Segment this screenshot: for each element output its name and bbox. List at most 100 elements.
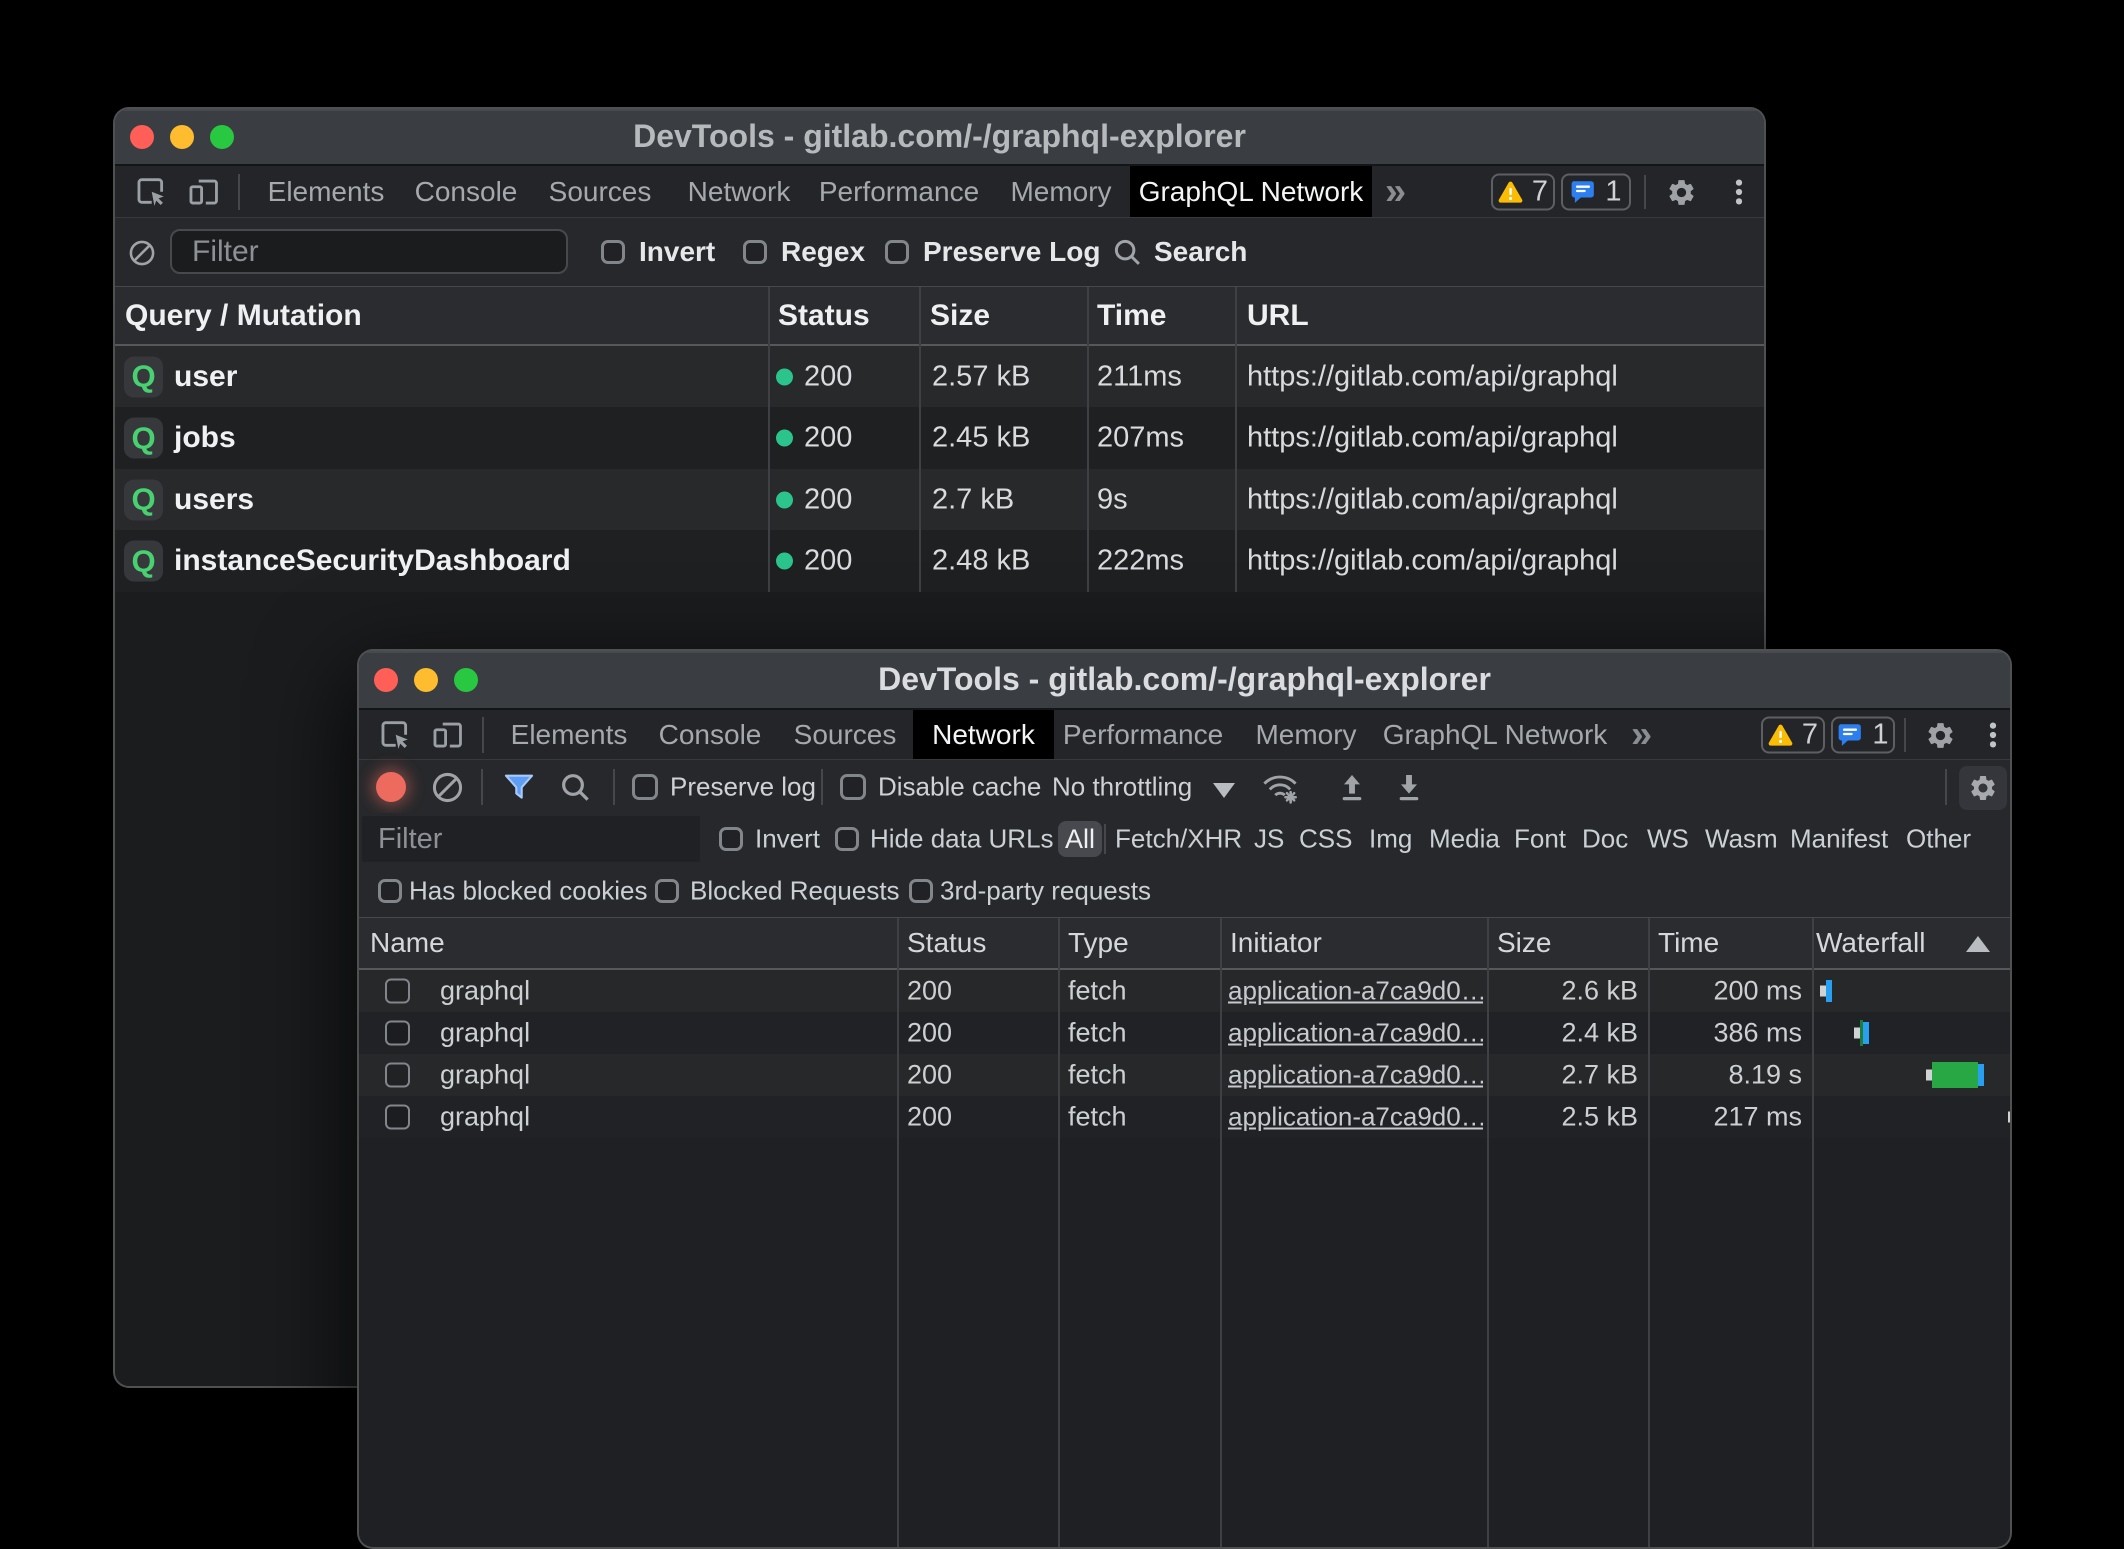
tab-elements[interactable]: Elements <box>488 710 651 759</box>
col-type[interactable]: Type <box>1068 927 1129 959</box>
table-row[interactable]: graphql 200 fetch application-a7ca9d0… 2… <box>359 970 2010 1012</box>
tab-elements[interactable]: Elements <box>245 166 408 217</box>
kebab-menu-icon[interactable] <box>1977 719 2009 751</box>
request-name: graphql <box>440 976 530 1007</box>
col-initiator[interactable]: Initiator <box>1230 927 1322 959</box>
initiator-link[interactable]: application-a7ca9d0… <box>1228 1060 1483 1091</box>
type-filter-css[interactable]: CSS <box>1299 824 1352 855</box>
message-badge[interactable]: 1 <box>1561 173 1631 210</box>
col-size[interactable]: Size <box>930 299 990 333</box>
initiator-link[interactable]: application-a7ca9d0… <box>1228 976 1483 1007</box>
type-filter-font[interactable]: Font <box>1514 824 1566 855</box>
type-filter-img[interactable]: Img <box>1369 824 1412 855</box>
network-settings-button[interactable] <box>1959 766 2007 810</box>
tab-performance[interactable]: Performance <box>796 166 1002 217</box>
titlebar[interactable]: DevTools - gitlab.com/-/graphql-explorer <box>115 109 1764 164</box>
search-icon[interactable] <box>1112 237 1142 267</box>
col-size[interactable]: Size <box>1497 927 1551 959</box>
initiator-link[interactable]: application-a7ca9d0… <box>1228 1018 1483 1049</box>
warning-badge[interactable]: 7 <box>1761 716 1825 753</box>
more-tabs-chevron[interactable]: » <box>1385 170 1406 213</box>
device-toolbar-icon[interactable] <box>429 716 465 752</box>
col-url[interactable]: URL <box>1247 299 1309 333</box>
tab-network[interactable]: Network <box>665 166 814 217</box>
tab-performance[interactable]: Performance <box>1040 710 1246 759</box>
table-row[interactable]: graphql 200 fetch application-a7ca9d0… 2… <box>359 1012 2010 1054</box>
column-separator <box>768 287 770 592</box>
third-party-checkbox[interactable] <box>909 879 933 903</box>
filter-input[interactable] <box>170 229 568 274</box>
kebab-menu-icon[interactable] <box>1723 176 1755 208</box>
throttling-select[interactable]: No throttling <box>1052 771 1192 802</box>
tab-graphql-network[interactable]: GraphQL Network <box>1130 166 1372 217</box>
filter-input[interactable] <box>362 816 700 862</box>
preserve-log-checkbox[interactable] <box>632 774 658 800</box>
message-badge[interactable]: 1 <box>1831 716 1895 753</box>
tab-console[interactable]: Console <box>392 166 541 217</box>
table-row[interactable]: Q users 200 2.7 kB 9s https://gitlab.com… <box>115 469 1764 530</box>
network-conditions-icon[interactable] <box>1260 770 1300 804</box>
col-name[interactable]: Name <box>370 927 445 959</box>
more-tabs-chevron[interactable]: » <box>1631 713 1652 756</box>
blocked-requests-checkbox[interactable] <box>655 879 679 903</box>
col-time[interactable]: Time <box>1658 927 1719 959</box>
table-row[interactable]: graphql 200 fetch application-a7ca9d0… 2… <box>359 1054 2010 1096</box>
tab-console[interactable]: Console <box>636 710 785 759</box>
export-har-icon[interactable] <box>1392 770 1426 804</box>
initiator-link[interactable]: application-a7ca9d0… <box>1228 1102 1483 1133</box>
tab-network[interactable]: Network <box>913 710 1054 759</box>
table-row[interactable]: Q jobs 200 2.45 kB 207ms https://gitlab.… <box>115 407 1764 469</box>
inspect-icon[interactable] <box>133 173 169 209</box>
titlebar[interactable]: DevTools - gitlab.com/-/graphql-explorer <box>359 651 2010 708</box>
clear-icon[interactable] <box>127 238 157 268</box>
table-row[interactable]: Q instanceSecurityDashboard 200 2.48 kB … <box>115 530 1764 592</box>
has-blocked-cookies-checkbox[interactable] <box>378 879 402 903</box>
col-waterfall[interactable]: Waterfall <box>1816 927 1925 959</box>
tab-graphql-network[interactable]: GraphQL Network <box>1360 710 1631 759</box>
tab-memory[interactable]: Memory <box>987 166 1134 217</box>
col-status[interactable]: Status <box>778 299 870 333</box>
row-checkbox[interactable] <box>385 1063 410 1088</box>
tab-memory[interactable]: Memory <box>1232 710 1379 759</box>
type-filter-wasm[interactable]: Wasm <box>1705 824 1778 855</box>
type-filter-other[interactable]: Other <box>1906 824 1971 855</box>
search-label[interactable]: Search <box>1154 236 1247 268</box>
device-toolbar-icon[interactable] <box>185 173 221 209</box>
separator <box>481 769 483 805</box>
row-checkbox[interactable] <box>385 979 410 1004</box>
import-har-icon[interactable] <box>1335 770 1369 804</box>
invert-checkbox[interactable] <box>601 240 625 264</box>
type-filter-js[interactable]: JS <box>1254 824 1284 855</box>
tab-sources[interactable]: Sources <box>771 710 920 759</box>
type-filter-manifest[interactable]: Manifest <box>1790 824 1888 855</box>
clear-icon[interactable] <box>430 770 464 804</box>
filter-funnel-icon[interactable] <box>502 770 536 804</box>
type-filter-fetch-xhr[interactable]: Fetch/XHR <box>1115 824 1242 855</box>
table-row[interactable]: Q user 200 2.57 kB 211ms https://gitlab.… <box>115 346 1764 407</box>
row-checkbox[interactable] <box>385 1021 410 1046</box>
search-icon[interactable] <box>558 770 592 804</box>
settings-gear-icon[interactable] <box>1665 176 1697 208</box>
col-query-mutation[interactable]: Query / Mutation <box>125 299 362 333</box>
invert-checkbox[interactable] <box>719 827 743 851</box>
regex-checkbox[interactable] <box>743 240 767 264</box>
type-filter-all[interactable]: All <box>1058 821 1102 857</box>
hide-data-urls-checkbox[interactable] <box>835 827 859 851</box>
col-time[interactable]: Time <box>1097 299 1166 333</box>
record-button[interactable] <box>376 772 406 802</box>
row-checkbox[interactable] <box>385 1105 410 1130</box>
col-status[interactable]: Status <box>907 927 986 959</box>
throttling-dropdown-icon[interactable] <box>1211 781 1237 799</box>
type-filter-ws[interactable]: WS <box>1647 824 1689 855</box>
preserve-log-checkbox[interactable] <box>885 240 909 264</box>
disable-cache-checkbox[interactable] <box>840 774 866 800</box>
warning-badge[interactable]: 7 <box>1491 173 1555 210</box>
settings-gear-icon[interactable] <box>1924 719 1956 751</box>
inspect-icon[interactable] <box>377 716 413 752</box>
type-filter-doc[interactable]: Doc <box>1582 824 1628 855</box>
type-filter-media[interactable]: Media <box>1429 824 1500 855</box>
tab-sources[interactable]: Sources <box>526 166 675 217</box>
triangle-down <box>1213 783 1235 798</box>
sort-ascending-icon[interactable] <box>1964 934 1992 954</box>
table-row[interactable]: graphql 200 fetch application-a7ca9d0… 2… <box>359 1096 2010 1138</box>
